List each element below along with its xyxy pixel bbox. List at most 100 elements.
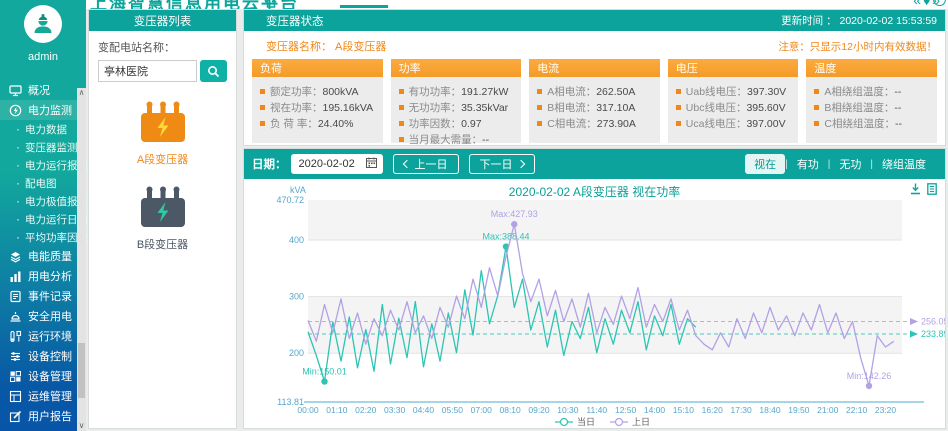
- y-axis-unit: kVA: [290, 185, 306, 195]
- sidebar-item-user-report[interactable]: 用户报告: [0, 406, 86, 426]
- sidebar-item-safe-electricity[interactable]: 安全用电: [0, 306, 86, 326]
- grid-icon: [9, 370, 22, 383]
- tab-winding-temperature[interactable]: 绕组温度: [873, 154, 935, 174]
- sidebar-item-overview[interactable]: 概况: [0, 80, 86, 100]
- sidebar-item-event-log[interactable]: 事件记录: [0, 286, 86, 306]
- sidebar-item-device-control[interactable]: 设备控制: [0, 346, 86, 366]
- alarm-icon: [9, 310, 22, 323]
- control-icon: [9, 350, 22, 363]
- sidebar-item-usage-analysis[interactable]: 用电分析: [0, 266, 86, 286]
- scroll-down-icon[interactable]: ∨: [77, 421, 86, 431]
- svg-text:Max:427.93: Max:427.93: [491, 209, 538, 219]
- tab-reactive-power[interactable]: 无功: [830, 154, 870, 174]
- username: admin: [0, 51, 86, 63]
- svg-text:23:20: 23:20: [875, 405, 897, 415]
- svg-text:09:20: 09:20: [528, 405, 550, 415]
- sidebar-item-power-monitoring[interactable]: 电力监测: [0, 100, 86, 120]
- bar-chart-icon: [9, 270, 22, 283]
- top-header: 上海智慧信息用电云平台 «♦»: [86, 0, 948, 9]
- sidebar-sub-extreme-report[interactable]: ·电力极值报表: [0, 192, 86, 210]
- sidebar-sub-daily-report[interactable]: ·电力运行日报: [0, 210, 86, 228]
- transformer-a-label: A段变压器: [98, 151, 227, 167]
- sidebar-item-device-management[interactable]: 设备管理: [0, 366, 86, 386]
- sidebar-item-power-quality[interactable]: 电能质量: [0, 246, 86, 266]
- environment-icon: [9, 330, 22, 343]
- scroll-up-icon[interactable]: ∧: [77, 88, 86, 98]
- svg-text:12:50: 12:50: [615, 405, 637, 415]
- tab-apparent-power[interactable]: 视在: [745, 154, 785, 174]
- sidebar-scrollbar[interactable]: ∧ ∨: [77, 88, 86, 431]
- chevron-right-icon: [516, 160, 524, 168]
- status-cards: 负荷 额定功率：800kVA 视在功率：195.16kVA 负 荷 率：24.4…: [244, 59, 945, 143]
- chart-toolbar: 日期： 2020-02-02 上一日 下一日 视在 | 有功 | 无功: [244, 149, 945, 179]
- transformer-list-header: 变压器列表: [89, 10, 236, 31]
- sidebar-sub-power-data[interactable]: ·电力数据: [0, 120, 86, 138]
- sidebar-item-ops-management[interactable]: 运维管理: [0, 386, 86, 406]
- sidebar-sub-power-run-report[interactable]: ·电力运行报表: [0, 156, 86, 174]
- data-validity-notice: 注意：只显示12小时内有效数据！: [778, 39, 937, 54]
- transformer-b-item[interactable]: B段变压器: [98, 185, 227, 252]
- sidebar: admin 概况 电力监测 ·电力数据 ·变压器监测 ·电力运行报表 ·配电图 …: [0, 0, 86, 431]
- transformer-b-icon: [135, 185, 191, 229]
- power-line-chart[interactable]: 470.72400300200113.8100:0001:1002:2003:3…: [244, 194, 945, 428]
- monitor-icon: [9, 84, 22, 97]
- svg-text:08:10: 08:10: [499, 405, 521, 415]
- search-icon: [207, 65, 220, 78]
- update-time: 更新时间 ： 2020-02-02 15:53:59: [781, 13, 937, 28]
- document-list-icon: [9, 290, 22, 303]
- chevron-left-icon: [402, 160, 410, 168]
- svg-text:05:50: 05:50: [442, 405, 464, 415]
- scroll-thumb[interactable]: [78, 343, 85, 398]
- card-load: 负荷 额定功率：800kVA 视在功率：195.16kVA 负 荷 率：24.4…: [252, 59, 383, 143]
- svg-text:22:10: 22:10: [846, 405, 868, 415]
- svg-text:Max:388.44: Max:388.44: [482, 232, 529, 242]
- sidebar-sub-transformer-monitoring[interactable]: ·变压器监测: [0, 138, 86, 156]
- svg-text:03:30: 03:30: [384, 405, 406, 415]
- transformer-a-item[interactable]: A段变压器: [98, 100, 227, 167]
- calendar-icon[interactable]: [361, 155, 383, 173]
- quality-icon: [9, 250, 22, 263]
- edit-icon: [9, 410, 22, 423]
- tab-active-power[interactable]: 有功: [788, 154, 828, 174]
- app-root: admin 概况 电力监测 ·电力数据 ·变压器监测 ·电力运行报表 ·配电图 …: [0, 0, 948, 431]
- prev-day-button[interactable]: 上一日: [393, 154, 459, 174]
- chart-title: 2020-02-02 A段变压器 视在功率: [244, 179, 945, 200]
- data-view-icon[interactable]: [927, 183, 937, 195]
- active-nav-indicator: [340, 5, 388, 8]
- home-icon[interactable]: [264, 0, 278, 9]
- date-picker[interactable]: 2020-02-02: [291, 154, 383, 174]
- svg-text:14:00: 14:00: [644, 405, 666, 415]
- svg-text:16:20: 16:20: [702, 405, 724, 415]
- sidebar-sub-distribution-diagram[interactable]: ·配电图: [0, 174, 86, 192]
- svg-text:19:50: 19:50: [788, 405, 810, 415]
- legend-item[interactable]: 当日: [577, 416, 595, 427]
- svg-text:00:00: 00:00: [297, 405, 319, 415]
- svg-text:Min:150.01: Min:150.01: [302, 367, 347, 377]
- sidebar-menu: 概况 电力监测 ·电力数据 ·变压器监测 ·电力运行报表 ·配电图 ·电力极值报…: [0, 80, 86, 426]
- svg-text:300: 300: [289, 292, 304, 302]
- svg-text:Min:142.26: Min:142.26: [847, 371, 892, 381]
- selected-transformer-name: 变压器名称： A段变压器: [266, 38, 386, 54]
- station-search-input[interactable]: [98, 60, 197, 82]
- card-power: 功率 有功功率：191.27kW 无功功率：35.35kVar 功率因数：0.9…: [391, 59, 522, 143]
- svg-text:01:10: 01:10: [326, 405, 348, 415]
- svg-text:04:40: 04:40: [413, 405, 435, 415]
- search-button[interactable]: [200, 60, 227, 82]
- avatar[interactable]: [24, 5, 62, 43]
- next-day-button[interactable]: 下一日: [469, 154, 535, 174]
- svg-text:21:00: 21:00: [817, 405, 839, 415]
- legend-item[interactable]: 上日: [632, 417, 650, 427]
- sidebar-sub-avg-power-factor[interactable]: ·平均功率因数: [0, 228, 86, 246]
- transformer-a-icon: [135, 100, 191, 144]
- card-current: 电流 A相电流：262.50A B相电流：317.10A C相电流：273.90…: [529, 59, 660, 143]
- download-icon[interactable]: [910, 183, 921, 195]
- sidebar-item-environment[interactable]: 运行环境: [0, 326, 86, 346]
- svg-text:15:10: 15:10: [673, 405, 695, 415]
- status-panel-title: 变压器状态: [266, 13, 324, 29]
- date-value: 2020-02-02: [291, 158, 361, 170]
- power-bolt-icon: [9, 104, 22, 117]
- station-name-label: 变配电站名称：: [98, 39, 227, 55]
- svg-text:07:00: 07:00: [471, 405, 493, 415]
- chart-panel: 日期： 2020-02-02 上一日 下一日 视在 | 有功 | 无功: [243, 148, 946, 429]
- card-temperature: 温度 A相绕组温度：-- B相绕组温度：-- C相绕组温度：--: [806, 59, 937, 143]
